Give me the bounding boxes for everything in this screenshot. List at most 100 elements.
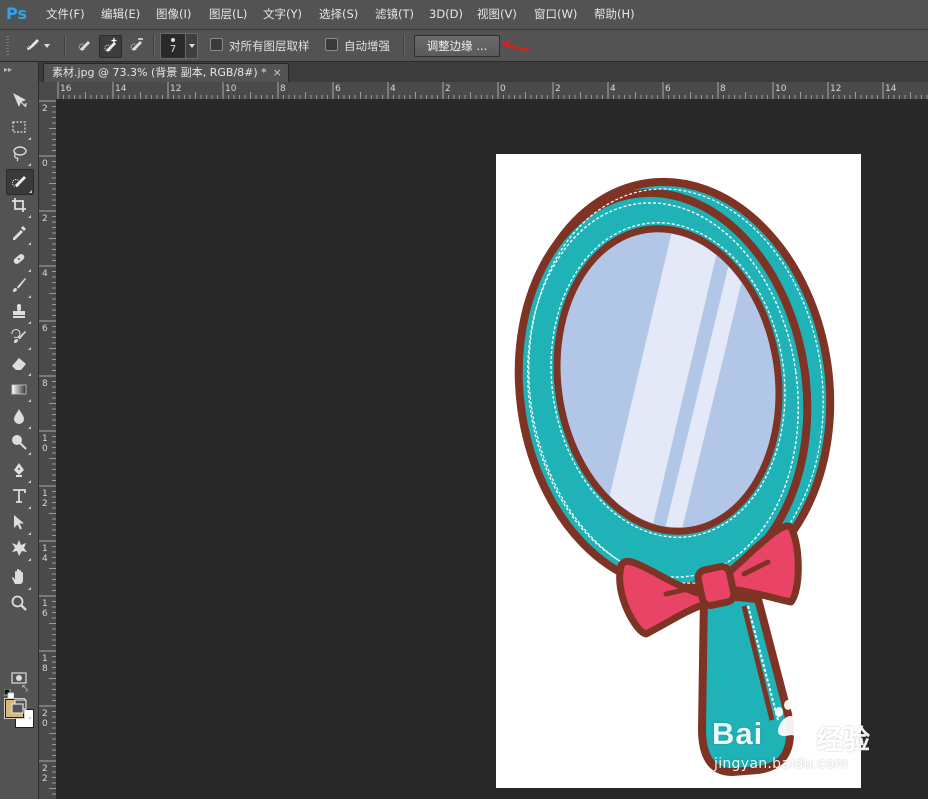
close-icon[interactable]: × (273, 66, 282, 79)
menu-filter[interactable]: 滤镜(T) (375, 0, 414, 29)
ruler-label: 6 (665, 84, 671, 94)
menu-3d[interactable]: 3D(D) (429, 0, 463, 29)
ruler-label: 14 (885, 84, 897, 94)
baidu-jingyan-watermark: Bai 经验 jingyan.baidu.com (712, 696, 882, 780)
stamp-icon (10, 302, 28, 324)
quick-selection-tool[interactable] (6, 169, 34, 195)
ruler-label: 2 (445, 84, 451, 94)
menu-edit[interactable]: 编辑(E) (101, 0, 140, 29)
eraser-icon (10, 354, 28, 376)
ruler-label: 2 (42, 709, 48, 719)
brush-icon (10, 276, 28, 298)
menu-view[interactable]: 视图(V) (477, 0, 517, 29)
new-selection-button[interactable] (74, 35, 95, 56)
ruler-label: 4 (610, 84, 616, 94)
ruler-label: 12 (830, 84, 841, 94)
path-selection-tool[interactable] (6, 512, 32, 536)
ruler-label: 4 (42, 269, 48, 279)
eraser-tool[interactable] (6, 353, 32, 377)
menu-layer[interactable]: 图层(L) (209, 0, 247, 29)
menu-window[interactable]: 窗口(W) (534, 0, 577, 29)
gradient-icon (10, 380, 28, 402)
add-to-selection-button[interactable] (99, 35, 122, 58)
menu-type[interactable]: 文字(Y) (263, 0, 302, 29)
pen-tool[interactable] (6, 460, 32, 484)
ruler-label: 1 (42, 599, 48, 609)
subtract-selection-button[interactable] (126, 35, 147, 56)
chevron-down-icon (43, 43, 50, 48)
watermark-url: jingyan.baidu.com (714, 756, 849, 772)
ruler-label: 6 (42, 609, 48, 619)
ruler-label: 2 (42, 764, 48, 774)
lasso-icon (10, 144, 28, 166)
quick-selection-brush-icon (25, 36, 41, 56)
shape-tool[interactable] (6, 538, 32, 562)
menu-select[interactable]: 选择(S) (319, 0, 358, 29)
clone-stamp-tool[interactable] (6, 301, 32, 325)
menu-file[interactable]: 文件(F) (46, 0, 85, 29)
blur-tool[interactable] (6, 406, 32, 430)
marquee-tool[interactable] (6, 117, 32, 141)
custom-shape-icon (10, 539, 28, 561)
ruler-label: 8 (42, 664, 48, 674)
ruler-label: 0 (42, 159, 48, 169)
rect-marquee-icon (10, 118, 28, 140)
crop-tool[interactable] (6, 195, 32, 219)
brush-tool[interactable] (6, 275, 32, 299)
ruler-label: 10 (775, 84, 787, 94)
screen-mode-button[interactable] (6, 696, 32, 720)
options-bar-grip[interactable] (6, 36, 9, 56)
pen-icon (10, 461, 28, 483)
watermark-brand: Bai (712, 716, 764, 751)
quick-mask-button[interactable] (6, 668, 32, 692)
ruler-label: 16 (60, 84, 72, 94)
menu-image[interactable]: 图像(I) (156, 0, 191, 29)
refine-edge-button[interactable]: 调整边缘 ... (414, 35, 500, 57)
mirror-illustration (514, 177, 835, 776)
history-brush-icon (10, 328, 28, 350)
horizontal-ruler[interactable]: 16 14 12 10 8 6 4 2 0 2 4 6 8 10 12 14 (56, 82, 928, 100)
sample-all-layers-checkbox[interactable] (210, 38, 223, 51)
ruler-label: 4 (42, 554, 48, 564)
brush-size-value: 7 (169, 44, 177, 55)
ruler-label: 0 (42, 444, 48, 454)
healing-brush-icon (10, 250, 28, 272)
quick-select-add-icon (103, 37, 119, 57)
tool-preset-picker[interactable] (20, 35, 54, 56)
ruler-label: 0 (42, 719, 48, 729)
auto-enhance-label: 自动增强 (344, 39, 390, 53)
ruler-label: 10 (225, 84, 237, 94)
lasso-tool[interactable] (6, 143, 32, 167)
type-tool[interactable] (6, 486, 32, 510)
ruler-label: 6 (42, 324, 48, 334)
brush-picker-dropdown[interactable] (185, 33, 198, 59)
eyedropper-tool[interactable] (6, 222, 32, 246)
path-select-arrow-icon (10, 513, 28, 535)
dodge-tool[interactable] (6, 432, 32, 456)
document-canvas[interactable] (496, 154, 861, 788)
menu-help[interactable]: 帮助(H) (594, 0, 635, 29)
quick-select-new-icon (77, 36, 93, 56)
tools-panel: ▸▸ ⤣ (0, 62, 39, 799)
brush-size-picker[interactable]: 7 (160, 33, 186, 59)
watermark-brand-cn: 经验 (816, 725, 870, 756)
crop-icon (10, 196, 28, 218)
healing-tool[interactable] (6, 249, 32, 273)
move-tool[interactable] (6, 90, 32, 114)
ruler-label: 2 (42, 104, 48, 114)
panel-collapse-icon[interactable]: ▸▸ (4, 65, 12, 74)
auto-enhance-checkbox[interactable] (325, 38, 338, 51)
hand-tool[interactable] (6, 567, 32, 591)
vertical-ruler[interactable]: 20246810121416182022 (39, 99, 57, 799)
ruler-label: 1 (42, 654, 48, 664)
history-brush-tool[interactable] (6, 327, 32, 351)
ruler-origin[interactable] (39, 82, 57, 100)
dodge-icon (10, 433, 28, 455)
menu-bar: Ps 文件(F) 编辑(E) 图像(I) 图层(L) 文字(Y) 选择(S) 滤… (0, 0, 928, 30)
gradient-tool[interactable] (6, 379, 32, 403)
zoom-tool[interactable] (6, 593, 32, 617)
document-tab[interactable]: 素材.jpg @ 73.3% (背景 副本, RGB/8#) * × (43, 63, 289, 83)
ruler-label: 2 (42, 214, 48, 224)
eyedropper-icon (10, 223, 28, 245)
screen-mode-icon (10, 697, 28, 719)
